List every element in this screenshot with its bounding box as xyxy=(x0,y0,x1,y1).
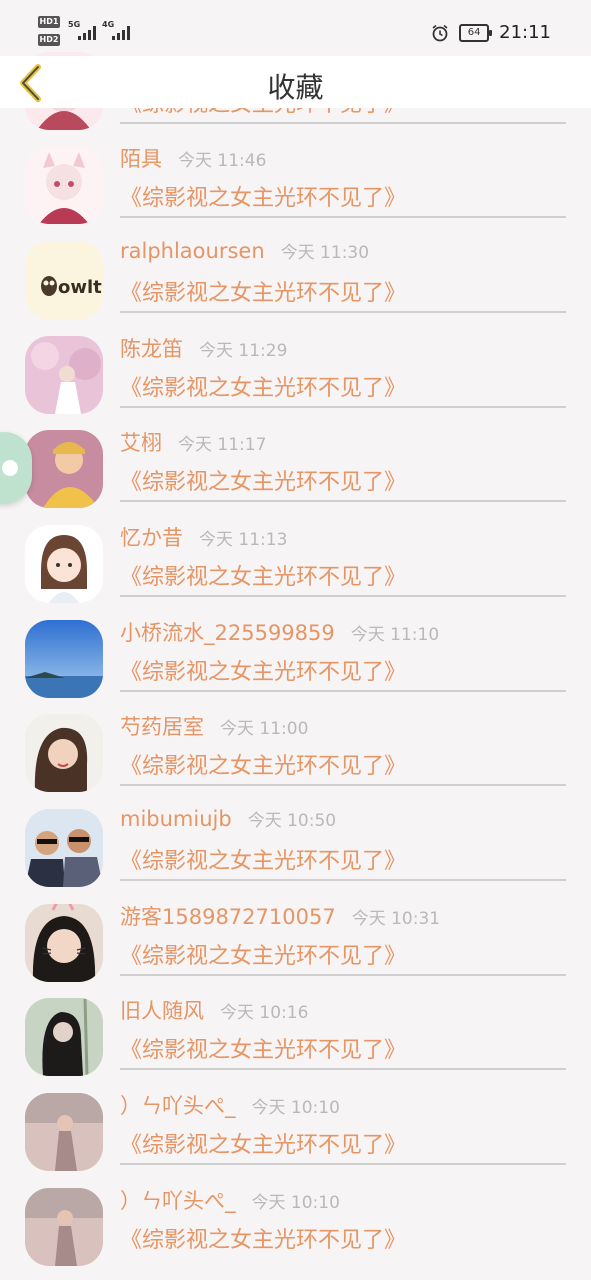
user-name[interactable]: ralphlaoursen xyxy=(120,239,265,263)
user-name[interactable]: 小桥流水_225599859 xyxy=(120,617,335,647)
favorites-list: 《综影视之女主光环不见了》 陌具 今天 11:46 《综影视之女主光环不见了》 … xyxy=(0,0,591,1280)
timestamp: 今天 11:10 xyxy=(350,625,440,645)
row-header: ）ㄣ吖头ぺ_ 今天 10:10 xyxy=(120,1090,340,1120)
user-name[interactable]: ）ㄣ吖头ぺ_ xyxy=(120,1090,236,1120)
timestamp: 今天 10:50 xyxy=(247,811,337,831)
row-divider xyxy=(120,595,566,597)
user-name[interactable]: 陈龙笛 xyxy=(120,333,183,363)
row-divider xyxy=(120,216,566,218)
timestamp: 今天 11:30 xyxy=(280,243,370,263)
row-divider xyxy=(120,1163,566,1165)
row-header: 游客1589872710057 今天 10:31 xyxy=(120,901,440,931)
list-item[interactable]: owlt ralphlaoursen 今天 11:30 《综影视之女主光环不见了… xyxy=(0,227,591,321)
avatar[interactable] xyxy=(25,998,103,1076)
row-header: ralphlaoursen 今天 11:30 xyxy=(120,238,369,263)
avatar[interactable] xyxy=(25,1093,103,1171)
book-title[interactable]: 《综影视之女主光环不见了》 xyxy=(120,1222,406,1254)
book-title[interactable]: 《综影视之女主光环不见了》 xyxy=(120,559,406,591)
user-name[interactable]: 旧人随风 xyxy=(120,995,204,1025)
user-name[interactable]: mibumiujb xyxy=(120,807,232,831)
user-name[interactable]: 游客1589872710057 xyxy=(120,901,336,931)
timestamp: 今天 11:00 xyxy=(220,719,309,739)
list-item[interactable]: 艾栩 今天 11:17 《综影视之女主光环不见了》 xyxy=(0,416,591,510)
list-item[interactable]: 游客1589872710057 今天 10:31 《综影视之女主光环不见了》 xyxy=(0,890,591,984)
row-header: 陈龙笛 今天 11:29 xyxy=(120,333,287,363)
avatar[interactable]: owlt xyxy=(25,241,103,319)
avatar[interactable] xyxy=(25,336,103,414)
row-divider xyxy=(120,784,566,786)
list-item[interactable]: ）ㄣ吖头ぺ_ 今天 10:10 《综影视之女主光环不见了》 xyxy=(0,1079,591,1173)
avatar[interactable] xyxy=(25,904,103,982)
avatar[interactable] xyxy=(25,620,103,698)
list-item[interactable]: 小桥流水_225599859 今天 11:10 《综影视之女主光环不见了》 xyxy=(0,606,591,700)
row-divider xyxy=(120,974,566,976)
avatar-logo-text: owlt xyxy=(58,277,102,298)
timestamp: 今天 11:13 xyxy=(199,530,288,550)
user-name[interactable]: 忆か昔 xyxy=(120,522,183,552)
user-name[interactable]: 陌具 xyxy=(120,143,162,173)
page-title: 收藏 xyxy=(267,71,324,104)
title-bar: 收藏 xyxy=(0,56,591,108)
avatar[interactable] xyxy=(25,714,103,792)
row-divider xyxy=(120,311,566,313)
timestamp: 今天 11:46 xyxy=(178,151,267,171)
user-name[interactable]: 艾栩 xyxy=(120,427,162,457)
book-title[interactable]: 《综影视之女主光环不见了》 xyxy=(120,654,406,686)
row-divider xyxy=(120,500,566,502)
row-divider xyxy=(120,1068,566,1070)
row-divider xyxy=(120,406,566,408)
row-header: 小桥流水_225599859 今天 11:10 xyxy=(120,617,439,647)
book-title[interactable]: 《综影视之女主光环不见了》 xyxy=(120,843,406,875)
list-item[interactable]: mibumiujb 今天 10:50 《综影视之女主光环不见了》 xyxy=(0,795,591,889)
row-header: 艾栩 今天 11:17 xyxy=(120,427,266,457)
row-header: 芍药居室 今天 11:00 xyxy=(120,711,308,741)
book-title[interactable]: 《综影视之女主光环不见了》 xyxy=(120,938,406,970)
book-title[interactable]: 《综影视之女主光环不见了》 xyxy=(120,370,406,402)
row-header: 旧人随风 今天 10:16 xyxy=(120,995,308,1025)
book-title[interactable]: 《综影视之女主光环不见了》 xyxy=(120,464,406,496)
timestamp: 今天 10:10 xyxy=(251,1193,340,1213)
row-header: ）ㄣ吖头ぺ_ 今天 10:10 xyxy=(120,1185,340,1215)
row-divider xyxy=(120,122,566,124)
book-title[interactable]: 《综影视之女主光环不见了》 xyxy=(120,1032,406,1064)
timestamp: 今天 10:31 xyxy=(351,909,441,929)
timestamp: 今天 11:17 xyxy=(178,435,267,455)
user-name[interactable]: 芍药居室 xyxy=(120,711,204,741)
row-divider xyxy=(120,690,566,692)
row-header: 陌具 今天 11:46 xyxy=(120,143,266,173)
list-item[interactable]: 陈龙笛 今天 11:29 《综影视之女主光环不见了》 xyxy=(0,322,591,416)
row-divider xyxy=(120,879,566,881)
avatar[interactable] xyxy=(25,430,103,508)
avatar[interactable] xyxy=(25,1188,103,1266)
list-item[interactable]: 忆か昔 今天 11:13 《综影视之女主光环不见了》 xyxy=(0,511,591,605)
list-item[interactable]: 芍药居室 今天 11:00 《综影视之女主光环不见了》 xyxy=(0,700,591,794)
user-name[interactable]: ）ㄣ吖头ぺ_ xyxy=(120,1185,236,1215)
list-item[interactable]: ）ㄣ吖头ぺ_ 今天 10:10 《综影视之女主光环不见了》 xyxy=(0,1174,591,1268)
book-title[interactable]: 《综影视之女主光环不见了》 xyxy=(120,1127,406,1159)
timestamp: 今天 11:29 xyxy=(199,341,288,361)
book-title[interactable]: 《综影视之女主光环不见了》 xyxy=(120,748,406,780)
avatar[interactable] xyxy=(25,525,103,603)
row-header: 忆か昔 今天 11:13 xyxy=(120,522,287,552)
book-title[interactable]: 《综影视之女主光环不见了》 xyxy=(120,275,406,307)
avatar[interactable] xyxy=(25,146,103,224)
plus-icon xyxy=(2,460,18,476)
timestamp: 今天 10:10 xyxy=(251,1098,340,1118)
row-header: mibumiujb 今天 10:50 xyxy=(120,806,336,831)
avatar[interactable] xyxy=(25,809,103,887)
list-item[interactable]: 旧人随风 今天 10:16 《综影视之女主光环不见了》 xyxy=(0,984,591,1078)
book-title[interactable]: 《综影视之女主光环不见了》 xyxy=(120,180,406,212)
timestamp: 今天 10:16 xyxy=(220,1003,309,1023)
list-item[interactable]: 陌具 今天 11:46 《综影视之女主光环不见了》 xyxy=(0,132,591,226)
